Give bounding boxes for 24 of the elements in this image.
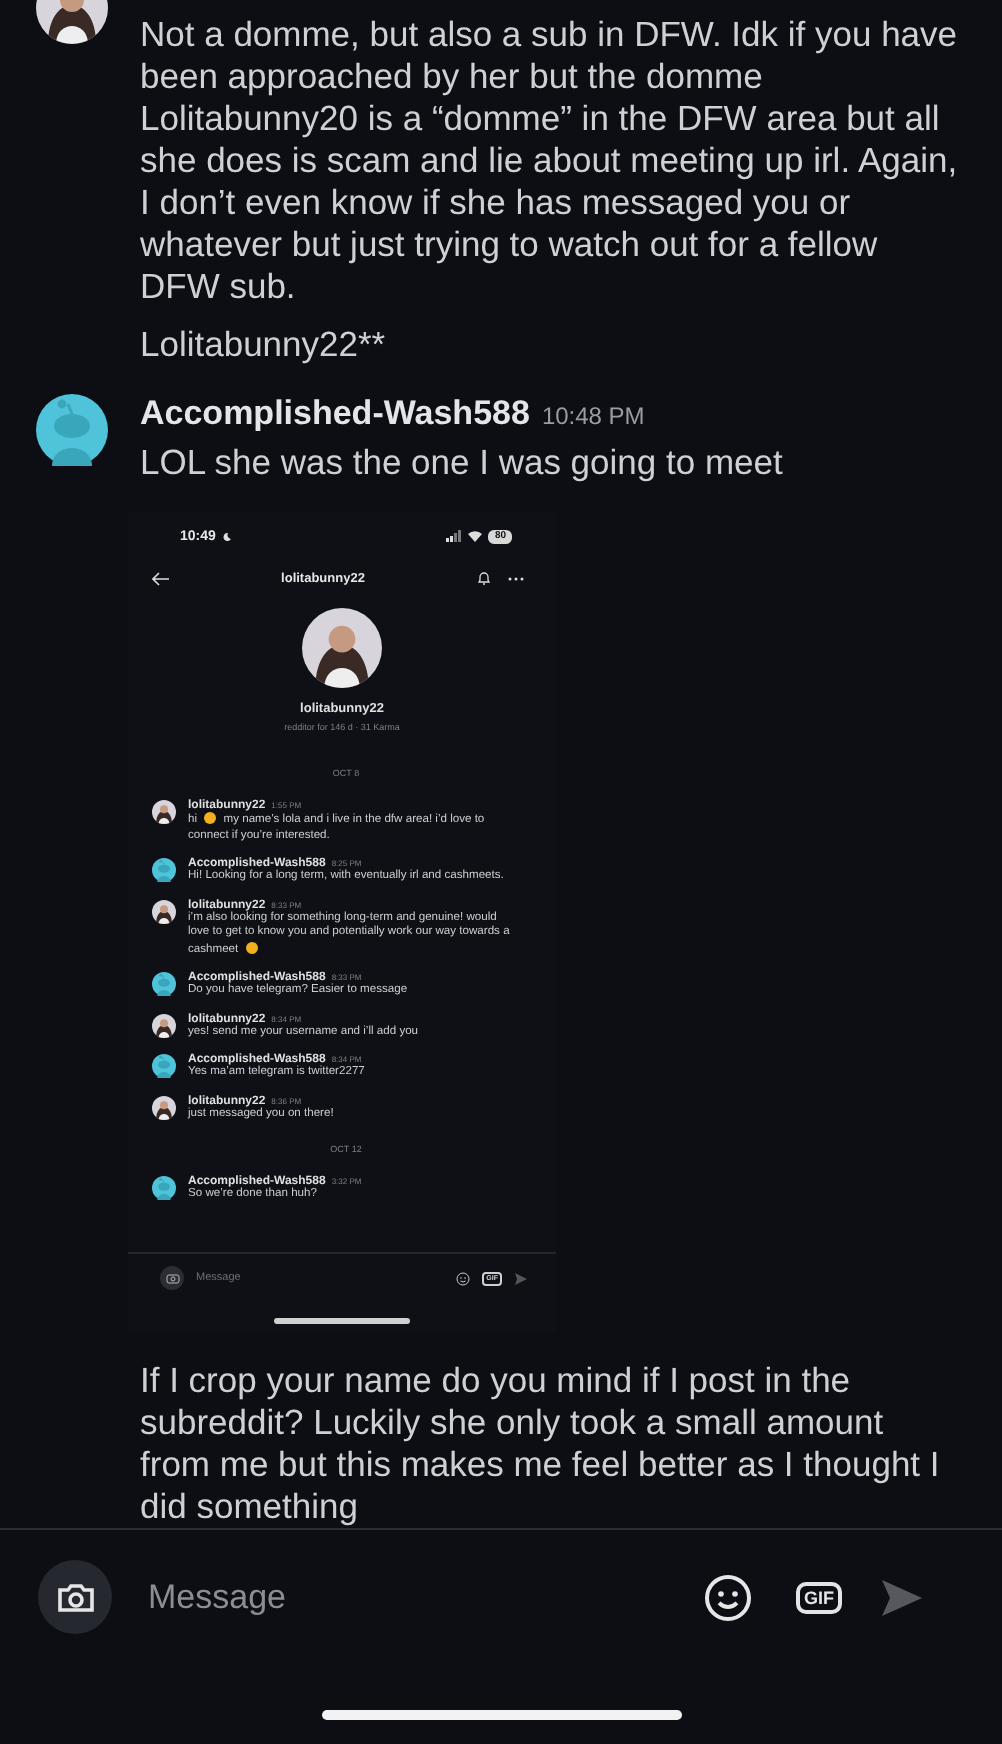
camera-button[interactable]: [38, 1560, 112, 1635]
send-icon: [882, 1579, 922, 1616]
message-author: Accomplished-Wash588: [140, 394, 530, 434]
smiley-icon[interactable]: [456, 1271, 471, 1285]
message-text: Not a domme, but also a sub in DFW. Idk if you have been approached by her but the domme Lolitabunny20 is a “domme” in the DFW area but all she does is scam and lie about meeting up irl. Again, I don’t even know if she has messaged you or whatever but just trying to watch out for a fellow DFW sub.: [140, 14, 960, 308]
smiley-icon[interactable]: [704, 1573, 752, 1622]
message-time: 10:48 PM: [541, 402, 645, 430]
moon-icon: [221, 531, 232, 541]
message-text: If I crop your name do you mind if I post in the subreddit? Luckily she only took a small amount from me but this makes me feel better as I thought I did something: [140, 1360, 942, 1528]
gif-button[interactable]: GIF: [796, 1581, 842, 1614]
signal-icon: [446, 530, 463, 542]
wifi-icon: [468, 530, 483, 542]
send-icon[interactable]: [514, 1271, 528, 1285]
back-arrow-icon[interactable]: [152, 571, 170, 585]
message-text: LOL she was the one I was going to meet: [140, 442, 785, 484]
emoji-icon: [204, 812, 217, 824]
camera-icon: [55, 1581, 95, 1614]
message-field[interactable]: Message: [144, 1575, 704, 1620]
camera-icon: [165, 1272, 179, 1284]
more-icon[interactable]: [508, 575, 524, 581]
bell-icon[interactable]: [476, 570, 492, 586]
emoji-icon: [245, 941, 258, 953]
message-text: Lolitabunny22**: [140, 324, 388, 366]
home-indicator: [274, 1318, 410, 1324]
